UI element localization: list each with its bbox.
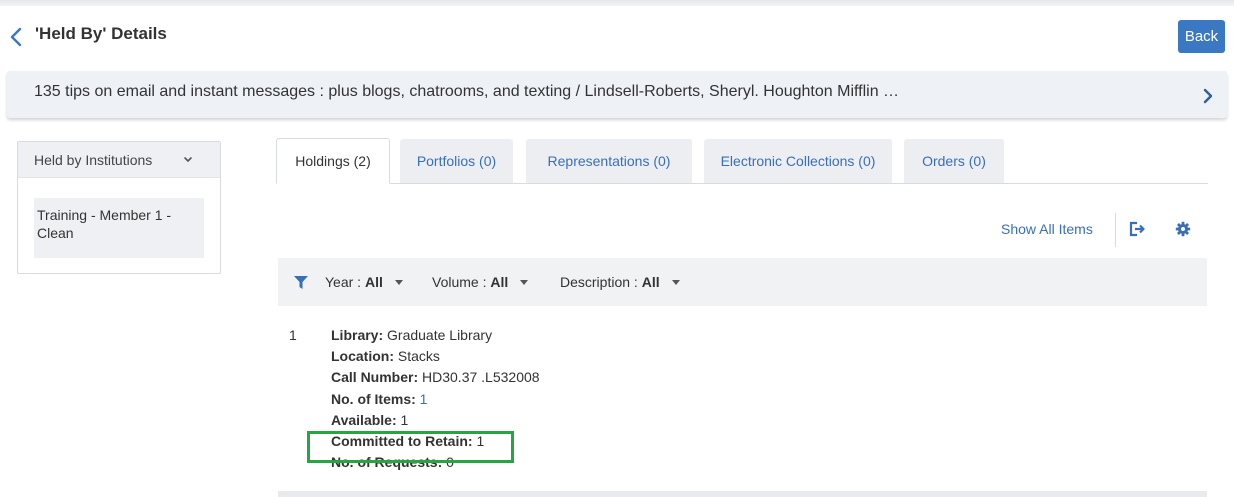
committed-highlight-box (307, 431, 514, 463)
location-label: Location: (331, 348, 394, 365)
caret-down-icon (671, 279, 680, 285)
chevron-down-icon (184, 157, 192, 163)
institutions-dropdown[interactable]: Held by Institutions (18, 142, 220, 178)
filter-bar: Year : All Volume : All Description : Al… (278, 258, 1207, 306)
items-label: No. of Items: (331, 390, 416, 407)
year-filter[interactable]: Year : All (325, 274, 403, 290)
year-filter-value: All (364, 274, 383, 290)
tab-holdings[interactable]: Holdings (2) (276, 138, 390, 184)
institutions-dropdown-label: Held by Institutions (34, 152, 153, 168)
filter-icon[interactable] (294, 276, 308, 289)
export-icon[interactable] (1128, 221, 1145, 237)
items-count-link[interactable]: 1 (420, 391, 428, 407)
call-number-value: HD30.37 .L532008 (422, 369, 540, 386)
tab-electronic-collections[interactable]: Electronic Collections (0) (704, 139, 892, 183)
description-filter[interactable]: Description : All (560, 274, 680, 290)
location-line: Location: Stacks (331, 346, 540, 367)
gear-icon[interactable] (1175, 221, 1191, 237)
record-title: 135 tips on email and instant messages :… (34, 83, 900, 100)
volume-filter-label: Volume : (432, 274, 491, 290)
institution-item[interactable]: Training - Member 1 - Clean (34, 198, 204, 258)
tab-portfolios[interactable]: Portfolios (0) (400, 139, 513, 183)
call-number-label: Call Number: (331, 369, 419, 386)
back-button[interactable]: Back (1178, 20, 1225, 53)
chevron-right-icon[interactable] (1202, 87, 1214, 105)
chevron-left-icon[interactable] (9, 27, 25, 47)
page-header: 'Held By' Details Back (0, 6, 1234, 64)
library-line: Library: Graduate Library (331, 325, 540, 346)
caret-down-icon (394, 279, 403, 285)
description-filter-label: Description : (560, 274, 642, 290)
volume-filter-value: All (490, 274, 509, 290)
show-all-items-link[interactable]: Show All Items (1001, 221, 1093, 237)
volume-filter[interactable]: Volume : All (432, 274, 529, 290)
caret-down-icon (520, 279, 529, 285)
institutions-panel: Held by Institutions Training - Member 1… (17, 141, 221, 274)
bottom-divider (278, 491, 1207, 497)
library-label: Library: (331, 327, 384, 343)
library-value: Graduate Library (387, 327, 493, 343)
available-label: Available: (331, 411, 397, 428)
page-title: 'Held By' Details (35, 24, 167, 43)
year-filter-label: Year : (325, 274, 365, 290)
location-value: Stacks (397, 348, 440, 365)
tab-representations[interactable]: Representations (0) (526, 139, 692, 183)
tab-orders[interactable]: Orders (0) (904, 139, 1004, 183)
record-banner[interactable]: 135 tips on email and instant messages :… (7, 71, 1227, 118)
actions-divider (1115, 213, 1116, 247)
tab-bar: Holdings (2) Portfolios (0) Representati… (276, 138, 1208, 184)
description-filter-value: All (641, 274, 660, 290)
available-line: Available: 1 (331, 410, 540, 431)
available-value: 1 (400, 411, 409, 428)
items-line: No. of Items: 1 (331, 389, 540, 410)
holding-row-index: 1 (289, 327, 297, 343)
call-number-line: Call Number: HD30.37 .L532008 (331, 367, 540, 388)
